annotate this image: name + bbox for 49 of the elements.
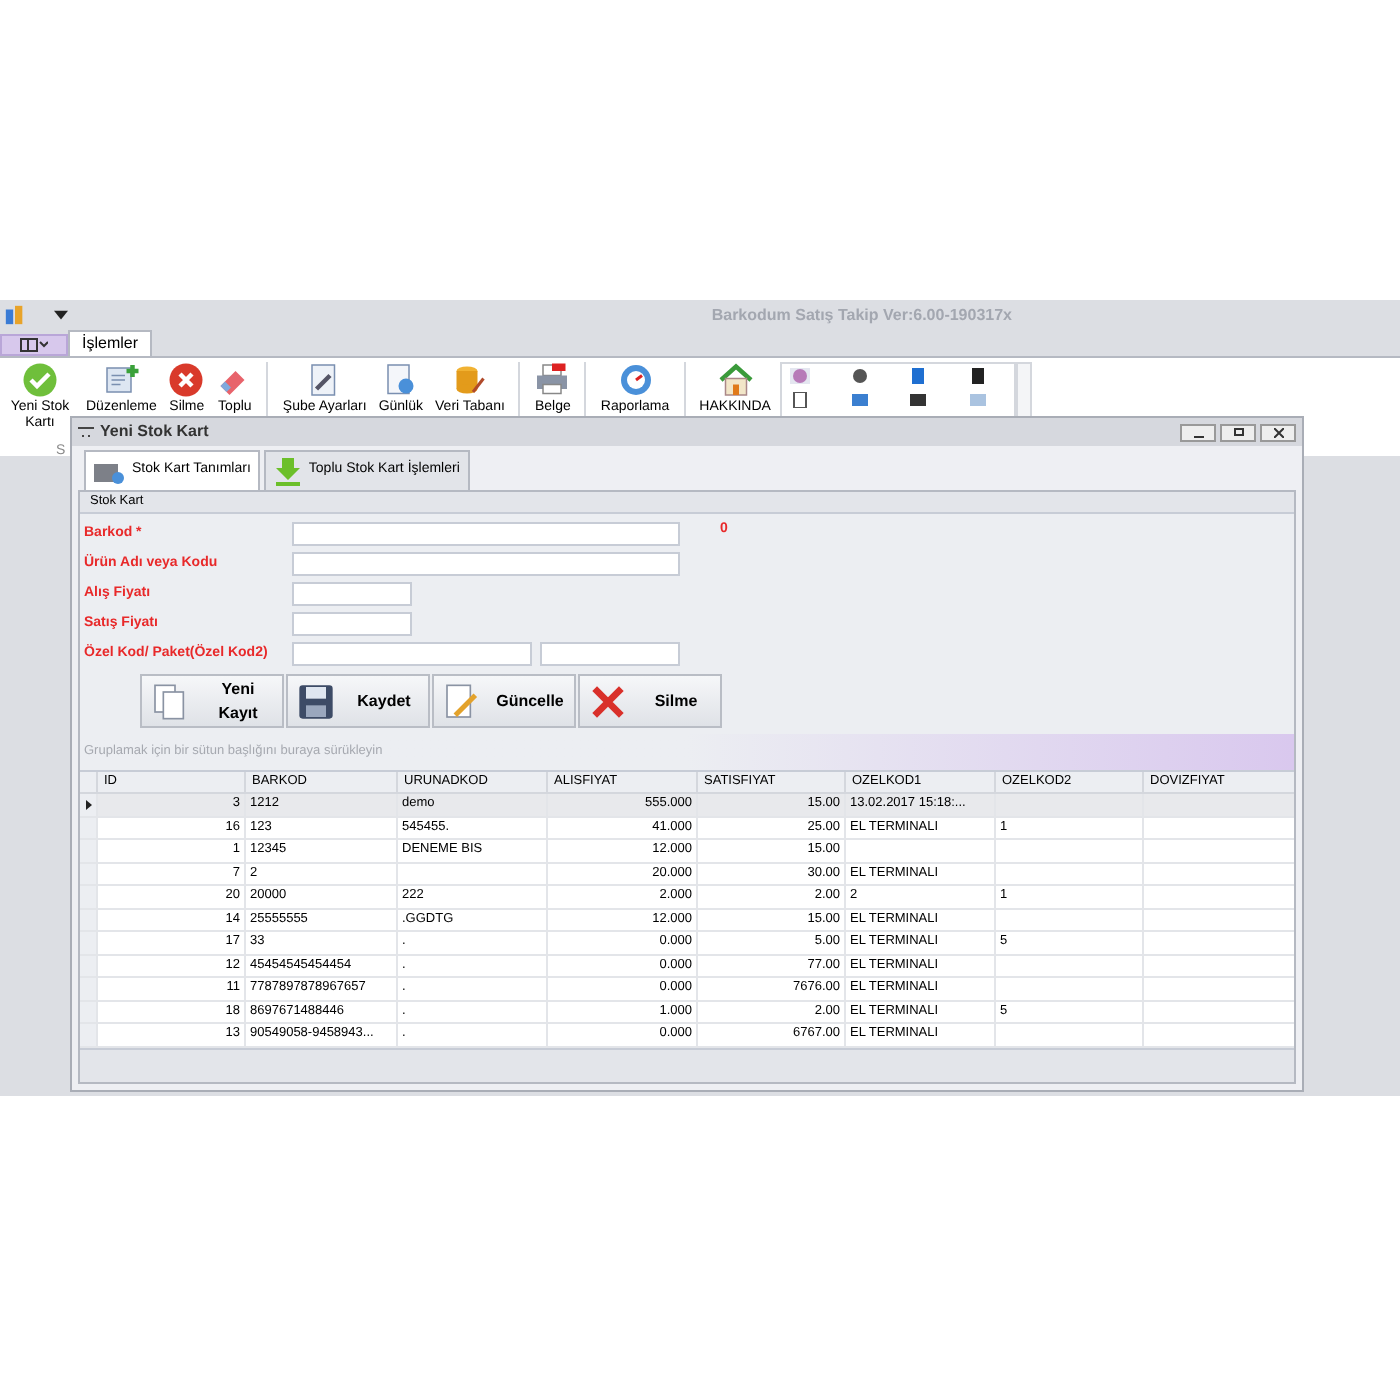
download-arrow-icon	[274, 457, 303, 485]
gauge-icon	[617, 362, 654, 398]
app-logo-icon	[4, 304, 26, 326]
maximize-button[interactable]	[1220, 423, 1256, 441]
house-icon	[717, 362, 754, 398]
row-header-cell[interactable]	[80, 978, 96, 999]
row-header-cell[interactable]	[80, 840, 96, 861]
text-field[interactable]	[292, 582, 412, 606]
action-button[interactable]: Güncelle	[432, 674, 576, 728]
maximize-icon	[1233, 428, 1243, 436]
row-header-cell[interactable]	[80, 794, 96, 815]
text-field[interactable]	[292, 522, 680, 546]
cross-icon	[588, 681, 628, 721]
dropdown-arrow-icon[interactable]	[54, 310, 68, 320]
row-header-cell[interactable]	[80, 1001, 96, 1022]
disc-icon[interactable]	[849, 368, 870, 384]
minimize-button[interactable]	[1180, 423, 1216, 441]
page-pencil-icon	[442, 681, 482, 721]
ribbon-tab[interactable]: İşlemler	[68, 330, 153, 356]
text-field[interactable]	[292, 552, 680, 576]
row-header-cell[interactable]	[80, 886, 96, 907]
check-icon	[22, 362, 58, 398]
window-title: Yeni Stok Kart	[100, 420, 209, 444]
document-plus-icon	[103, 362, 140, 398]
gallery-scrollbar[interactable]	[1016, 362, 1033, 418]
layout-icon	[20, 338, 48, 352]
row-header-cell[interactable]	[80, 863, 96, 884]
action-button[interactable]: Kaydet	[286, 674, 430, 728]
app-title: Barkodum Satış Takip Ver:6.00-190317x	[711, 303, 1012, 327]
close-button[interactable]	[1260, 423, 1296, 441]
text-field[interactable]	[540, 642, 680, 666]
row-indicator-icon	[85, 799, 91, 810]
menu-toggle-button[interactable]	[0, 334, 68, 356]
action-button[interactable]: Silme	[578, 674, 722, 728]
close-icon	[1273, 427, 1283, 437]
row-header-cell[interactable]	[80, 817, 96, 838]
action-button[interactable]: Yeni Kayıt	[140, 674, 284, 728]
pages-icon	[150, 681, 190, 721]
row-header-cell[interactable]	[80, 909, 96, 930]
close-icon	[168, 362, 205, 398]
text-field[interactable]	[292, 612, 412, 636]
database-icon	[451, 362, 488, 398]
minimize-icon	[1193, 435, 1203, 437]
disc-icon[interactable]	[790, 368, 811, 384]
row-header-cell[interactable]	[80, 1024, 96, 1045]
row-header-cell[interactable]	[80, 955, 96, 976]
printer-icon	[534, 362, 571, 398]
row-header-cell[interactable]	[80, 932, 96, 953]
text-field[interactable]	[292, 642, 532, 666]
